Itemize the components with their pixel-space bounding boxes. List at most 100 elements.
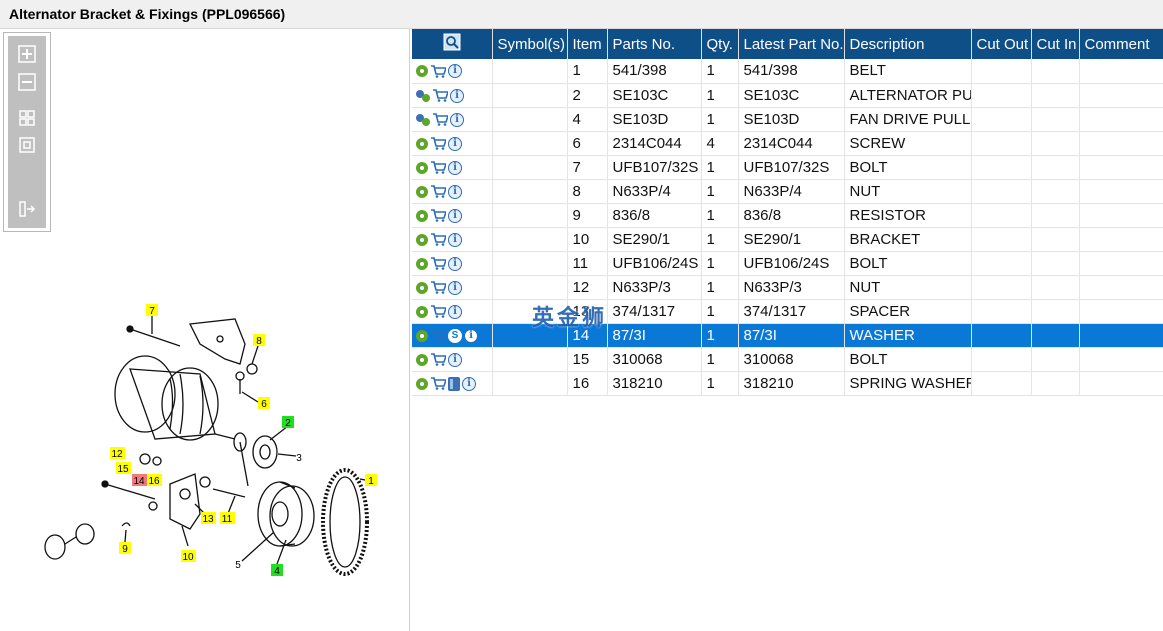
table-row[interactable]: i 6 2314C044 4 2314C044 SCREW <box>412 131 1163 156</box>
table-row[interactable]: i 12 N633P/3 1 N633P/3 NUT <box>412 275 1163 300</box>
table-row[interactable]: i4SE103D1SE103DFAN DRIVE PULLEY <box>412 107 1163 132</box>
cell-symbols <box>492 275 568 300</box>
col-cut-in[interactable]: Cut In <box>1031 29 1080 59</box>
zoom-out-button[interactable] <box>15 71 39 93</box>
col-qty[interactable]: Qty. <box>701 29 739 59</box>
gear-icon[interactable] <box>416 377 428 390</box>
cart-icon[interactable] <box>430 185 446 198</box>
row-actions: i <box>412 179 493 204</box>
cart-icon[interactable] <box>430 137 446 150</box>
cell-qty: 1 <box>701 275 739 300</box>
diagram-toolbar <box>3 32 51 232</box>
callout-9: 9 <box>122 544 128 555</box>
gear-icon[interactable] <box>416 209 428 222</box>
bracket-lower-drawing <box>169 473 201 530</box>
info-icon[interactable]: i <box>450 112 464 127</box>
col-latest-part-no[interactable]: Latest Part No. <box>738 29 845 59</box>
info-icon[interactable]: i <box>448 64 462 79</box>
cell-description: WASHER <box>844 323 972 348</box>
info-icon[interactable]: i <box>448 352 462 367</box>
zoom-in-button[interactable] <box>15 43 39 65</box>
cart-icon[interactable] <box>430 257 446 270</box>
gear-icon[interactable] <box>416 233 428 246</box>
info-icon[interactable]: i <box>462 376 476 391</box>
cell-description: SCREW <box>844 131 972 156</box>
table-row[interactable]: i 15 310068 1 310068 BOLT <box>412 347 1163 372</box>
col-comment[interactable]: Comment <box>1079 29 1163 59</box>
book-icon[interactable] <box>448 376 460 391</box>
fit-all-button[interactable] <box>15 107 39 129</box>
gear-icon[interactable] <box>416 281 428 294</box>
cell-cut-in <box>1031 155 1080 180</box>
cart-icon[interactable] <box>430 329 446 342</box>
cart-icon[interactable] <box>430 161 446 174</box>
gear-icon[interactable] <box>416 65 428 78</box>
gear-icon[interactable] <box>416 329 428 342</box>
info-icon[interactable]: i <box>448 136 462 151</box>
col-symbols[interactable]: Symbol(s) <box>492 29 568 59</box>
callout-4: 4 <box>274 566 280 577</box>
assembly-gears-icon[interactable] <box>416 113 430 126</box>
cell-symbols <box>492 131 568 156</box>
cell-cut-out <box>971 371 1032 396</box>
cell-latest-part-no: 310068 <box>738 347 845 372</box>
cell-comment <box>1079 371 1163 396</box>
row-actions: i <box>412 371 493 396</box>
gear-icon[interactable] <box>416 185 428 198</box>
cell-cut-in <box>1031 299 1080 324</box>
assembly-gears-icon[interactable] <box>416 89 430 102</box>
cell-cut-in <box>1031 371 1080 396</box>
info-icon[interactable]: i <box>464 328 478 343</box>
cell-item: 11 <box>567 251 608 276</box>
col-cut-out[interactable]: Cut Out <box>971 29 1032 59</box>
info-icon[interactable]: i <box>448 208 462 223</box>
table-row[interactable]: i2SE103C1SE103CALTERNATOR PULLEY <box>412 83 1163 108</box>
gear-icon[interactable] <box>416 161 428 174</box>
gear-icon[interactable] <box>416 257 428 270</box>
cell-description: BELT <box>844 59 972 84</box>
table-row[interactable]: i 10 SE290/1 1 SE290/1 BRACKET <box>412 227 1163 252</box>
table-row[interactable]: i 8 N633P/4 1 N633P/4 NUT <box>412 179 1163 204</box>
info-icon[interactable]: i <box>448 304 462 319</box>
table-row[interactable]: i 16 318210 1 318210 SPRING WASHER <box>412 371 1163 396</box>
gear-icon[interactable] <box>416 305 428 318</box>
info-icon[interactable]: i <box>448 280 462 295</box>
info-icon[interactable]: i <box>448 256 462 271</box>
cart-icon[interactable] <box>430 209 446 222</box>
supersession-s-icon[interactable]: S <box>448 328 462 343</box>
table-row[interactable]: i 13 374/1317 1 374/1317 SPACER <box>412 299 1163 324</box>
search-parts-header[interactable] <box>412 29 493 59</box>
gear-icon[interactable] <box>416 137 428 150</box>
table-row[interactable]: i 9 836/8 1 836/8 RESISTOR <box>412 203 1163 228</box>
callout-2: 2 <box>285 418 291 429</box>
gear-icon[interactable] <box>416 353 428 366</box>
cart-icon[interactable] <box>430 233 446 246</box>
info-icon[interactable]: i <box>448 232 462 247</box>
col-description[interactable]: Description <box>844 29 972 59</box>
actual-size-button[interactable] <box>15 134 39 156</box>
diagram-pane: 7 8 6 2 3 12 15 14 16 13 11 9 10 5 4 1 <box>0 29 410 631</box>
table-row[interactable]: i 11 UFB106/24S 1 UFB106/24S BOLT <box>412 251 1163 276</box>
table-row[interactable]: i 7 UFB107/32S 1 UFB107/32S BOLT <box>412 155 1163 180</box>
cart-icon[interactable] <box>430 353 446 366</box>
row-actions: i <box>412 227 493 252</box>
cart-icon[interactable] <box>432 113 448 126</box>
cell-comment <box>1079 299 1163 324</box>
table-row[interactable]: Si 14 87/3I 1 87/3I WASHER <box>412 323 1163 348</box>
callout-1: 1 <box>368 476 374 487</box>
cart-icon[interactable] <box>430 281 446 294</box>
cell-symbols <box>492 107 568 132</box>
cart-icon[interactable] <box>432 89 448 102</box>
info-icon[interactable]: i <box>448 184 462 199</box>
table-row[interactable]: i 1 541/398 1 541/398 BELT <box>412 59 1163 84</box>
col-parts-no[interactable]: Parts No. <box>607 29 702 59</box>
info-icon[interactable]: i <box>450 88 464 103</box>
cart-icon[interactable] <box>430 64 446 78</box>
col-item[interactable]: Item <box>567 29 608 59</box>
square-icon <box>19 137 35 153</box>
cell-parts-no: N633P/3 <box>607 275 702 300</box>
info-icon[interactable]: i <box>448 160 462 175</box>
split-view-button[interactable] <box>15 198 39 220</box>
cart-icon[interactable] <box>430 377 446 390</box>
cart-icon[interactable] <box>430 305 446 318</box>
